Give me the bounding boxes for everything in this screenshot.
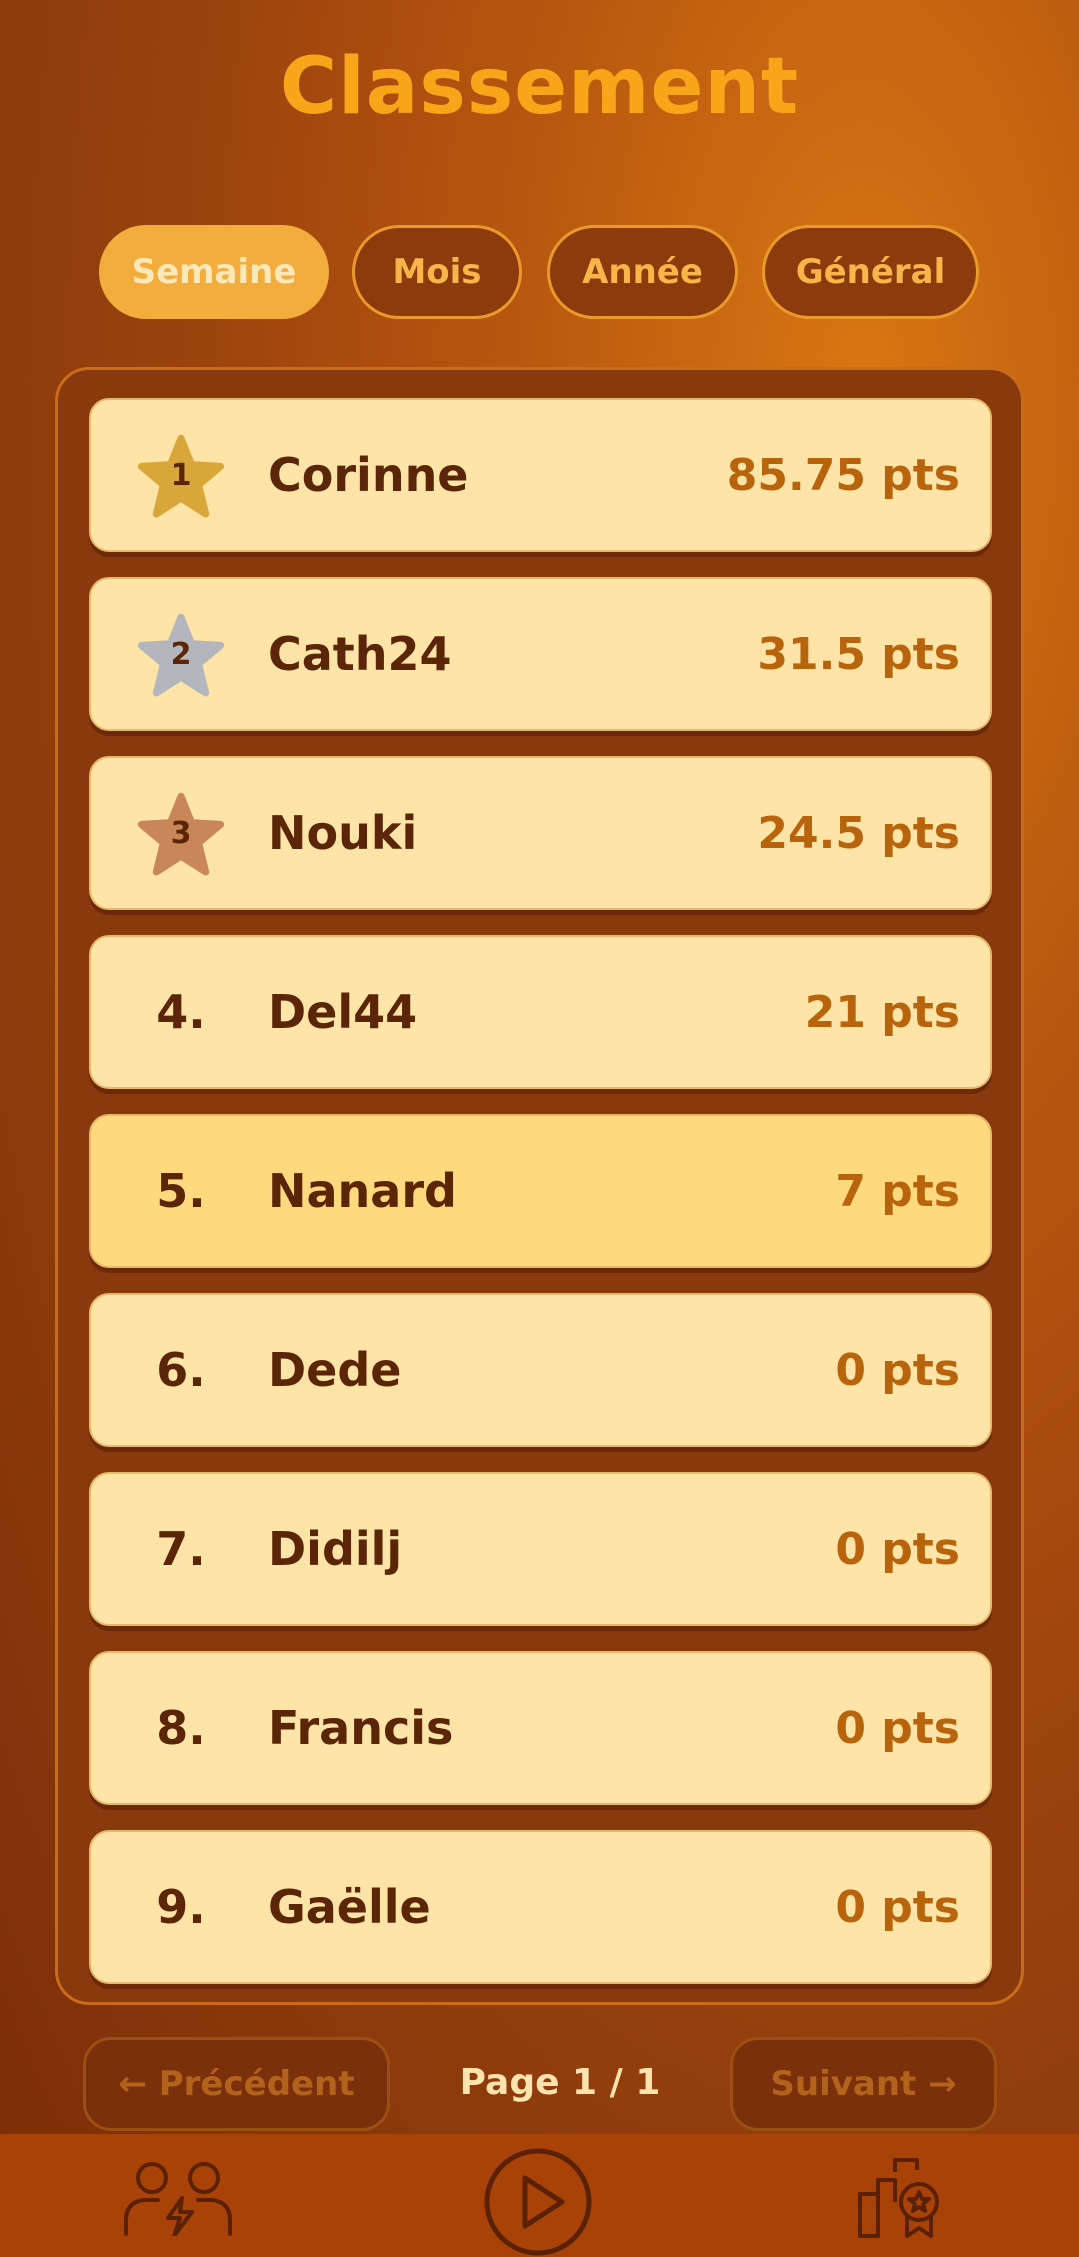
leaderboard-row: 2 Cath24 31.5 pts — [89, 577, 992, 731]
rank-number: 5. — [156, 1164, 206, 1218]
leaderboard-row: 4. Del44 21 pts — [89, 935, 992, 1089]
rank-number: 8. — [156, 1701, 206, 1755]
leaderboard-icon[interactable] — [857, 2158, 947, 2238]
rank-number: 2 — [170, 637, 192, 672]
player-name: Nouki — [268, 806, 418, 860]
leaderboard-row: 9. Gaëlle 0 pts — [89, 1830, 992, 1984]
player-name: Del44 — [268, 985, 418, 1039]
leaderboard-row-current-user: 5. Nanard 7 pts — [89, 1114, 992, 1268]
leaderboard-row: 8. Francis 0 pts — [89, 1651, 992, 1805]
next-page-button[interactable]: Suivant → — [730, 2037, 997, 2131]
leaderboard-panel[interactable]: 1 Corinne 85.75 pts 2 Cath24 31.5 pts 3 … — [55, 367, 1024, 2005]
tab-mois[interactable]: Mois — [352, 225, 522, 319]
player-name: Cath24 — [268, 627, 452, 681]
player-points: 85.75 pts — [726, 449, 960, 501]
player-points: 0 pts — [835, 1523, 960, 1575]
player-name: Didilj — [268, 1522, 403, 1576]
player-name: Gaëlle — [268, 1880, 431, 1934]
tab-semaine[interactable]: Semaine — [99, 225, 329, 319]
rank-number: 1 — [170, 458, 192, 493]
page-indicator: Page 1 / 1 — [459, 2062, 661, 2103]
player-points: 0 pts — [835, 1881, 960, 1933]
play-icon[interactable] — [484, 2148, 592, 2256]
bronze-star-icon: 3 — [137, 792, 225, 878]
tab-general[interactable]: Général — [762, 225, 979, 319]
leaderboard-row: 7. Didilj 0 pts — [89, 1472, 992, 1626]
rank-number: 4. — [156, 985, 206, 1039]
rank-number: 6. — [156, 1343, 206, 1397]
leaderboard-row: 6. Dede 0 pts — [89, 1293, 992, 1447]
tab-annee[interactable]: Année — [547, 225, 738, 319]
rank-number: 3 — [170, 816, 192, 851]
page-title: Classement — [279, 42, 800, 132]
gold-star-icon: 1 — [137, 434, 225, 520]
player-name: Nanard — [268, 1164, 457, 1218]
bottom-nav — [0, 2134, 1079, 2257]
player-points: 0 pts — [835, 1344, 960, 1396]
leaderboard-row: 1 Corinne 85.75 pts — [89, 398, 992, 552]
versus-users-icon[interactable] — [122, 2160, 234, 2236]
player-name: Dede — [268, 1343, 402, 1397]
player-points: 0 pts — [835, 1702, 960, 1754]
player-points: 24.5 pts — [757, 807, 960, 859]
player-name: Corinne — [268, 448, 469, 502]
player-points: 31.5 pts — [757, 628, 960, 680]
leaderboard-row: 3 Nouki 24.5 pts — [89, 756, 992, 910]
previous-page-button[interactable]: ← Précédent — [83, 2037, 390, 2131]
rank-number: 9. — [156, 1880, 206, 1934]
player-points: 21 pts — [804, 986, 960, 1038]
player-name: Francis — [268, 1701, 454, 1755]
rank-number: 7. — [156, 1522, 206, 1576]
player-points: 7 pts — [835, 1165, 960, 1217]
silver-star-icon: 2 — [137, 613, 225, 699]
